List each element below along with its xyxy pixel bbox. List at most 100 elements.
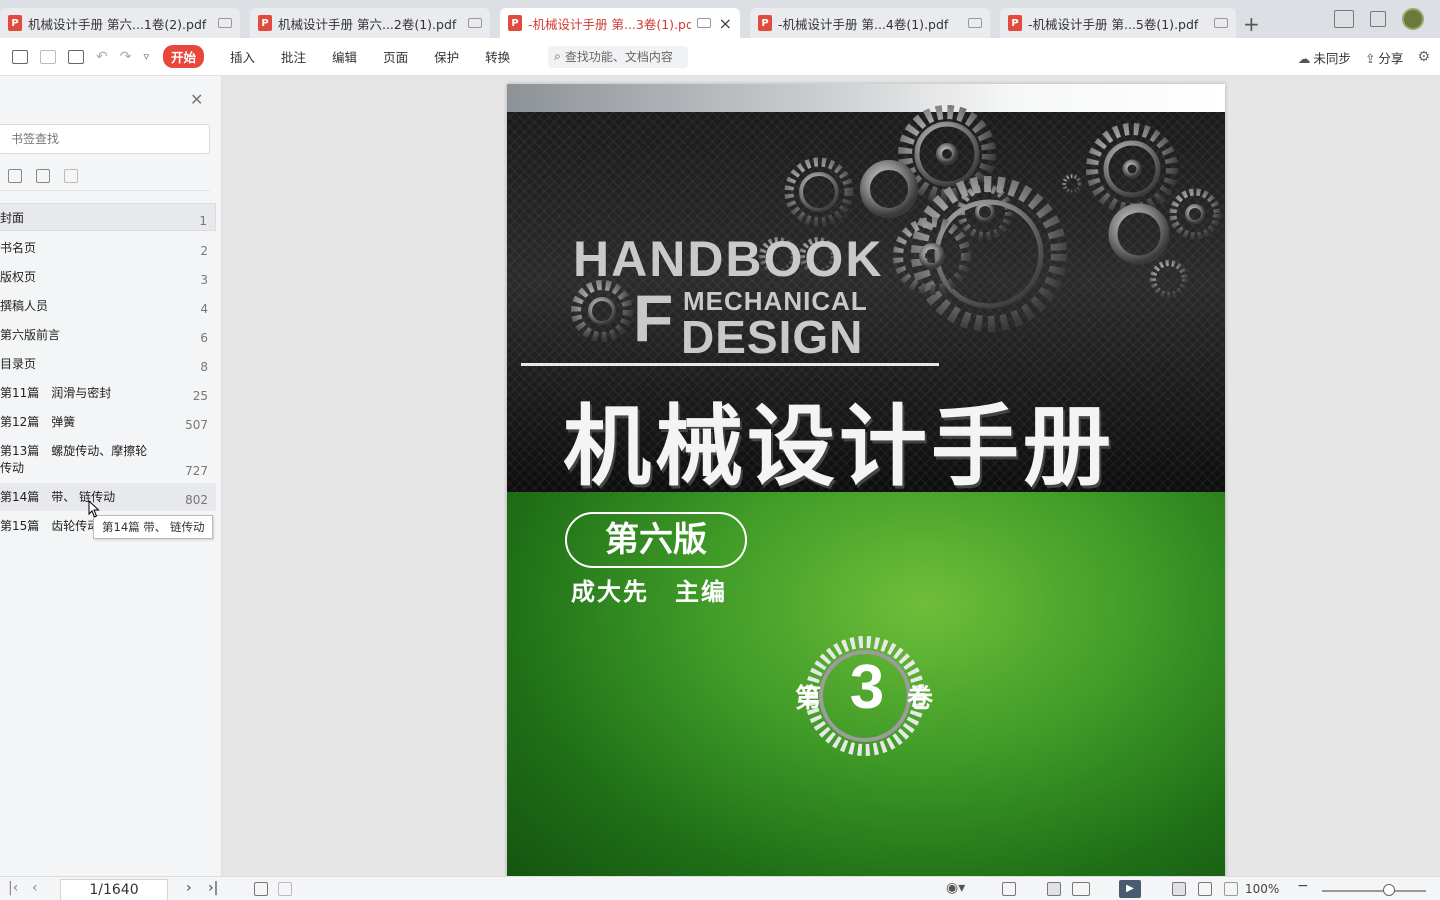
zoom-level[interactable]: 100%: [1245, 882, 1279, 896]
screen-icon[interactable]: [468, 18, 482, 28]
play-slideshow-icon[interactable]: ▶: [1119, 880, 1141, 898]
open-folder-icon[interactable]: [12, 49, 28, 64]
bookmark-item[interactable]: 第11篇 润滑与密封 25: [0, 379, 216, 407]
zoom-out-icon[interactable]: −: [1297, 878, 1309, 894]
save-icon[interactable]: [40, 49, 56, 64]
bookmark-title: 第11篇 润滑与密封: [0, 386, 112, 400]
document-tab[interactable]: P 机械设计手册 第六...2卷(1).pdf: [250, 8, 490, 38]
full-screen-icon[interactable]: [1224, 882, 1238, 896]
bookmark-title: 第13篇 螺旋传动、摩擦轮传动: [0, 444, 148, 475]
eye-mode-icon[interactable]: ◉▾: [946, 880, 965, 896]
bookmark-item-hovered[interactable]: 第14篇 带、 链传动 802: [0, 483, 216, 511]
menu-annotate[interactable]: 批注: [281, 47, 306, 66]
bookmark-item[interactable]: 目录页 8: [0, 350, 216, 378]
bookmark-page: 8: [200, 360, 208, 374]
forward-icon[interactable]: [278, 882, 292, 896]
pdf-file-icon: P: [758, 15, 772, 31]
prev-page-icon[interactable]: ‹: [32, 880, 38, 896]
zoom-slider-handle[interactable]: [1383, 884, 1395, 896]
pdf-file-icon: P: [8, 15, 22, 31]
add-bookmark-icon[interactable]: [36, 169, 50, 183]
fit-page-icon[interactable]: [1198, 882, 1212, 896]
tab-label: 机械设计手册 第六...2卷(1).pdf: [278, 16, 457, 32]
more-dropdown-icon[interactable]: ▿: [143, 50, 149, 63]
page-number-input[interactable]: [60, 879, 168, 900]
single-page-icon[interactable]: [1047, 882, 1061, 896]
undo-icon[interactable]: ↶: [96, 49, 108, 65]
menu-insert[interactable]: 插入: [230, 47, 255, 66]
cloud-icon: ☁: [1297, 50, 1311, 66]
back-icon[interactable]: [254, 882, 268, 896]
bookmark-page: 1: [199, 214, 207, 228]
status-bar: |‹ ‹ › ›| ◉▾ ▶ 100% −: [0, 876, 1440, 900]
bookmark-title: 封面: [0, 211, 25, 225]
edition-badge: 第六版: [565, 512, 747, 568]
fit-width-icon[interactable]: [1002, 882, 1016, 896]
sync-button[interactable]: ☁ 未同步: [1298, 48, 1351, 67]
new-tab-icon[interactable]: +: [1243, 12, 1260, 36]
share-button[interactable]: ⇪ 分享: [1365, 48, 1404, 67]
avatar[interactable]: [1402, 8, 1424, 30]
bookmark-tools: [8, 169, 78, 183]
bookmark-item[interactable]: 版权页 3: [0, 263, 216, 291]
screen-icon[interactable]: [218, 18, 232, 28]
bookmark-title: 第15篇 齿轮传动: [0, 519, 100, 533]
document-tab[interactable]: P 机械设计手册 第六...1卷(2).pdf: [0, 8, 240, 38]
bookmark-page: 507: [185, 418, 208, 432]
bookmark-title: 书名页: [0, 241, 37, 255]
tab-label: 机械设计手册 第六...1卷(2).pdf: [28, 16, 207, 32]
cover-rule: [521, 363, 939, 366]
settings-icon[interactable]: ⚙: [1417, 49, 1430, 65]
document-tab[interactable]: P -机械设计手册 第...4卷(1).pdf: [750, 8, 990, 38]
bookmark-page: 727: [185, 464, 208, 478]
expand-bookmarks-icon[interactable]: [8, 169, 22, 183]
menu-page[interactable]: 页面: [383, 47, 408, 66]
share-icon: ⇪: [1364, 50, 1376, 66]
first-page-icon[interactable]: |‹: [8, 880, 18, 896]
menu-protect[interactable]: 保护: [434, 47, 459, 66]
bookmark-item[interactable]: 第六版前言 6: [0, 321, 216, 349]
cover-design-text: DESIGN: [681, 311, 864, 363]
pdf-page: HANDBOOK F MECHANICAL DESIGN 机械设计手册 第六版 …: [507, 84, 1225, 876]
menu-convert[interactable]: 转换: [485, 47, 510, 66]
layout-icon[interactable]: [1334, 10, 1354, 28]
volume-number: 3: [849, 653, 885, 722]
next-page-icon[interactable]: ›: [186, 880, 192, 896]
bookmark-item[interactable]: 第13篇 螺旋传动、摩擦轮传动 727: [0, 437, 216, 481]
bookmark-item[interactable]: 封面 1: [0, 203, 216, 231]
volume-prefix: 第: [795, 684, 822, 714]
screen-icon[interactable]: [1214, 18, 1228, 28]
volume-suffix: 卷: [907, 684, 934, 714]
menu-edit[interactable]: 编辑: [332, 47, 357, 66]
document-tab[interactable]: P -机械设计手册 第...5卷(1).pdf: [1000, 8, 1236, 38]
sync-label: 未同步: [1313, 50, 1351, 66]
bookmark-sidebar: ✕ 封面 1 书名页 2 版权页 3 撰稿人员 4 第六版前言 6 目录页 8 …: [0, 76, 222, 876]
actual-size-icon[interactable]: [1172, 882, 1186, 896]
bookmark-item[interactable]: 第12篇 弹簧 507: [0, 408, 216, 436]
share-label: 分享: [1378, 50, 1404, 66]
function-search[interactable]: ⌕ 查找功能、文档内容: [548, 45, 689, 68]
redo-icon[interactable]: ↷: [120, 49, 132, 65]
menu-start[interactable]: 开始: [163, 45, 205, 68]
double-page-icon[interactable]: [1072, 882, 1090, 896]
bookmark-search-input[interactable]: [0, 124, 210, 154]
bookmark-item[interactable]: 书名页 2: [0, 234, 216, 262]
bookmark-icon[interactable]: [64, 169, 78, 183]
tab-close-icon[interactable]: ×: [719, 14, 732, 33]
search-icon: ⌕: [554, 49, 561, 63]
zoom-slider[interactable]: [1322, 890, 1426, 892]
tab-label: -机械设计手册 第...5卷(1).pdf: [1028, 16, 1199, 32]
grid-icon[interactable]: [1370, 11, 1386, 27]
bookmark-title: 第12篇 弹簧: [0, 415, 76, 429]
bookmark-item[interactable]: 撰稿人员 4: [0, 292, 216, 320]
last-page-icon[interactable]: ›|: [208, 880, 218, 896]
document-viewport[interactable]: HANDBOOK F MECHANICAL DESIGN 机械设计手册 第六版 …: [222, 76, 1440, 876]
screen-icon[interactable]: [968, 18, 982, 28]
tab-label: -机械设计手册 第...3卷(1).pdf: [528, 16, 691, 32]
print-icon[interactable]: [68, 49, 84, 64]
screen-icon[interactable]: [696, 18, 711, 28]
close-icon[interactable]: ✕: [190, 90, 203, 109]
toolbar-right: ☁ 未同步 ⇪ 分享 ⚙: [1298, 38, 1430, 76]
main-toolbar: ↶ ↷ ▿ 开始 插入 批注 编辑 页面 保护 转换 ⌕ 查找功能、文档内容 ☁…: [0, 38, 1440, 76]
document-tab-active[interactable]: P -机械设计手册 第...3卷(1).pdf ×: [500, 8, 740, 38]
